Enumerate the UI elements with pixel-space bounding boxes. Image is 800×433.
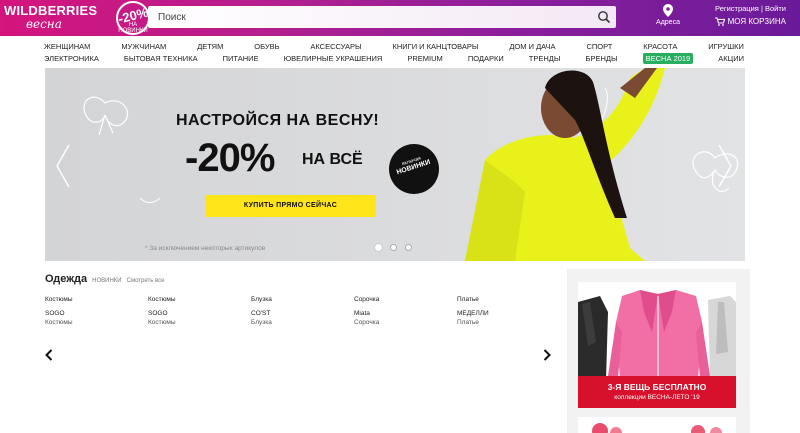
banner-note: * За исключением некоторых артикулов (145, 245, 266, 252)
product-brand: SOGO (45, 309, 65, 317)
product-kind: Платье (457, 318, 479, 326)
banner-title: НАСТРОЙСЯ НА ВЕСНУ! (176, 112, 380, 129)
carousel-dot[interactable] (390, 244, 397, 251)
side-ad-subline: коллекции ВЕСНА-ЛЕТО '19 (614, 394, 700, 401)
nav-item[interactable]: БРЕНДЫ (586, 54, 618, 64)
nav-item[interactable]: ЮВЕЛИРНЫЕ УКРАШЕНИЯ (284, 54, 383, 64)
clothes-title: Одежда (45, 273, 88, 285)
address-label: Адреса (656, 19, 680, 26)
logo-text: WILDBERRIES (4, 3, 98, 18)
cart-button[interactable]: МОЯ КОРЗИНА (714, 17, 786, 26)
logo[interactable]: WILDBERRIES весна (0, 0, 118, 36)
cart-icon (714, 17, 725, 26)
nav-item[interactable]: ОБУВЬ (254, 42, 279, 51)
product-category: Костюмы (45, 296, 73, 303)
product-brand: SOGO (148, 309, 168, 317)
search-icon (598, 11, 611, 24)
side-ad[interactable]: 3-Я ВЕЩЬ БЕСПЛАТНО коллекции ВЕСНА-ЛЕТО … (578, 282, 736, 408)
account-divider: | (760, 4, 763, 13)
clothes-header: Одежда НОВИНКИ Смотреть все (45, 273, 165, 285)
nav-item[interactable]: PREMIUM (407, 54, 442, 64)
logo-sub: весна (26, 17, 62, 31)
product-card[interactable]: Блузка CO'ST Блузка (251, 296, 351, 327)
search-input[interactable] (148, 6, 588, 28)
nav-item[interactable]: АКЦИИ (718, 54, 744, 64)
search-box (148, 6, 616, 28)
product-category: Костюмы (148, 296, 176, 303)
view-all-link[interactable]: Смотреть все (127, 278, 165, 284)
tab-new[interactable]: НОВИНКИ (92, 278, 121, 284)
chevron-left-icon[interactable] (45, 349, 53, 361)
product-brand: CO'ST (251, 309, 271, 317)
carousel-dot[interactable] (405, 244, 412, 251)
product-category: Блузка (251, 296, 272, 303)
nav-item[interactable]: СПОРТ (586, 42, 612, 51)
nav-item-highlight[interactable]: ВЕСНА 2019 (642, 53, 694, 64)
banner-discount-suffix: НА ВСЁ (302, 151, 363, 168)
search-button[interactable] (596, 9, 612, 25)
nav-item[interactable]: ДЕТЯМ (197, 42, 223, 51)
product-kind: Костюмы (148, 318, 176, 326)
product-brand: МЕДЕЛЛИ (457, 309, 489, 317)
buy-now-button[interactable]: КУПИТЬ ПРЯМО СЕЙЧАС (205, 195, 376, 217)
banner-discount: -20% (185, 136, 275, 180)
map-pin-icon (663, 4, 673, 17)
account-links: Регистрация | Войти (715, 4, 786, 13)
chevron-right-icon[interactable] (717, 143, 733, 189)
side-ad-headline: 3-Я ВЕЩЬ БЕСПЛАТНО (607, 382, 707, 392)
nav-item[interactable]: ТРЕНДЫ (529, 54, 561, 64)
product-category: Платье (457, 296, 479, 303)
side-ad-next[interactable] (578, 417, 736, 433)
carousel-dot[interactable] (375, 244, 382, 251)
chevron-left-icon[interactable] (55, 143, 71, 189)
nav-item[interactable]: ЖЕНЩИНАМ (44, 42, 90, 51)
cart-label: МОЯ КОРЗИНА (727, 17, 786, 26)
nav-item[interactable]: МУЖЧИНАМ (121, 42, 166, 51)
hero-banner[interactable]: НАСТРОЙСЯ НА ВЕСНУ! -20% НА ВСЁ включая … (45, 68, 745, 261)
nav-item[interactable]: ПИТАНИЕ (223, 54, 259, 64)
promo-badge[interactable]: -20% НА НОВИНКИ (116, 1, 150, 35)
product-card[interactable]: Костюмы SOGO Костюмы (45, 296, 145, 327)
product-card[interactable]: Сорочка Miata Сорочка (354, 296, 454, 327)
nav-item[interactable]: ПОДАРКИ (468, 54, 504, 64)
nav-item[interactable]: КРАСОТА (643, 42, 677, 51)
product-kind: Костюмы (45, 318, 73, 326)
register-link[interactable]: Регистрация (715, 4, 759, 13)
main-nav-row-1: ЖЕНЩИНАМ МУЖЧИНАМ ДЕТЯМ ОБУВЬ АКСЕССУАРЫ… (44, 42, 744, 51)
login-link[interactable]: Войти (765, 4, 786, 13)
product-card[interactable]: Костюмы SOGO Костюмы (148, 296, 248, 327)
side-panel: 3-Я ВЕЩЬ БЕСПЛАТНО коллекции ВЕСНА-ЛЕТО … (568, 269, 750, 433)
main-nav-row-2: ЭЛЕКТРОНИКА БЫТОВАЯ ТЕХНИКА ПИТАНИЕ ЮВЕЛ… (44, 53, 744, 64)
product-category: Сорочка (354, 296, 380, 303)
header-bar: WILDBERRIES весна -20% НА НОВИНКИ Адреса… (0, 0, 800, 36)
nav-item[interactable]: АКСЕССУАРЫ (310, 42, 361, 51)
carousel-dots (375, 244, 412, 251)
product-brand: Miata (354, 309, 370, 317)
address-button[interactable]: Адреса (650, 4, 686, 26)
chevron-right-icon[interactable] (543, 349, 551, 361)
nav-item[interactable]: ЭЛЕКТРОНИКА (44, 54, 99, 64)
product-kind: Блузка (251, 318, 272, 326)
side-ad-bar: 3-Я ВЕЩЬ БЕСПЛАТНО коллекции ВЕСНА-ЛЕТО … (578, 376, 736, 408)
nav-item[interactable]: БЫТОВАЯ ТЕХНИКА (124, 54, 198, 64)
nav-item[interactable]: ИГРУШКИ (708, 42, 744, 51)
flowers-image (578, 417, 736, 433)
product-kind: Сорочка (354, 318, 380, 326)
product-card[interactable]: Платье МЕДЕЛЛИ Платье (457, 296, 557, 327)
nav-item[interactable]: ДОМ И ДАЧА (509, 42, 555, 51)
nav-item[interactable]: КНИГИ И КАНЦТОВАРЫ (392, 42, 478, 51)
